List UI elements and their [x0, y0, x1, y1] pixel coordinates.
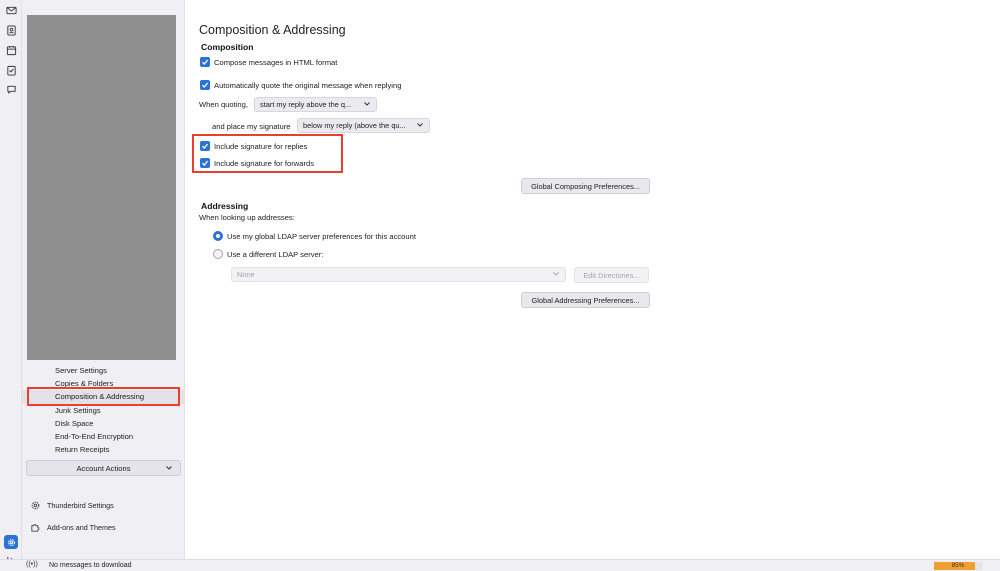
address-book-icon[interactable]: [4, 23, 18, 37]
signature-position-value: below my reply (above the qu...: [303, 121, 406, 130]
use-global-ldap-label: Use my global LDAP server preferences fo…: [227, 231, 416, 241]
radio-unselected-icon[interactable]: [213, 249, 223, 259]
account-actions-label: Account Actions: [76, 463, 131, 473]
chevron-down-icon: [165, 464, 173, 474]
use-different-ldap-label: Use a different LDAP server:: [227, 249, 324, 259]
use-global-ldap-option[interactable]: Use my global LDAP server preferences fo…: [213, 231, 416, 241]
account-settings-nav: Server Settings Copies & Folders Composi…: [22, 364, 185, 456]
edit-directories-button[interactable]: Edit Directories...: [574, 267, 649, 283]
quote-position-value: start my reply above the q...: [260, 100, 352, 109]
settings-gear-small-icon: [31, 501, 40, 509]
nav-item-server-settings[interactable]: Server Settings: [22, 364, 185, 377]
addressing-heading: Addressing: [201, 201, 249, 211]
signature-position-select[interactable]: below my reply (above the qu...: [297, 118, 430, 133]
nav-item-disk-space[interactable]: Disk Space: [22, 417, 185, 430]
puzzle-piece-icon: [31, 523, 40, 532]
quote-position-select[interactable]: start my reply above the q...: [254, 97, 377, 112]
status-bar: ((•)) No messages to download 85%: [0, 559, 1000, 571]
mail-icon[interactable]: [4, 3, 18, 17]
ldap-server-select[interactable]: None: [231, 267, 566, 282]
nav-item-junk-settings[interactable]: Junk Settings: [22, 404, 185, 417]
addons-themes-link[interactable]: Add-ons and Themes: [30, 520, 116, 534]
sig-forwards-option[interactable]: Include signature for forwards: [200, 158, 314, 168]
online-status-icon[interactable]: ((•)): [26, 561, 38, 568]
nav-item-copies-folders[interactable]: Copies & Folders: [22, 377, 185, 390]
tasks-icon[interactable]: [4, 63, 18, 77]
nav-item-return-receipts[interactable]: Return Receipts: [22, 443, 185, 456]
calendar-icon[interactable]: [4, 43, 18, 57]
chevron-down-icon: [552, 270, 560, 280]
sig-forwards-label: Include signature for forwards: [214, 158, 315, 168]
thunderbird-settings-link[interactable]: Thunderbird Settings: [30, 498, 114, 512]
chevron-down-icon: [363, 100, 371, 110]
place-signature-label: and place my signature: [212, 122, 291, 131]
nav-item-e2e-encryption[interactable]: End-To-End Encryption: [22, 430, 185, 443]
checkbox-checked-icon[interactable]: [200, 158, 210, 168]
thunderbird-settings-label: Thunderbird Settings: [47, 500, 114, 510]
checkbox-checked-icon[interactable]: [200, 57, 210, 67]
chevron-down-icon: [416, 121, 424, 131]
sig-replies-option[interactable]: Include signature for replies: [200, 141, 307, 151]
auto-quote-option[interactable]: Automatically quote the original message…: [200, 80, 401, 90]
account-sidebar: Server Settings Copies & Folders Composi…: [22, 0, 185, 559]
ldap-server-value: None: [237, 270, 255, 279]
progress-bar: 85%: [934, 562, 982, 570]
lookup-label: When looking up addresses:: [199, 213, 295, 222]
account-tree-placeholder: [27, 15, 176, 360]
nav-item-composition-addressing[interactable]: Composition & Addressing: [22, 390, 185, 404]
auto-quote-label: Automatically quote the original message…: [214, 80, 402, 90]
radio-selected-icon[interactable]: [213, 231, 223, 241]
checkbox-checked-icon[interactable]: [200, 141, 210, 151]
chat-icon[interactable]: [4, 82, 18, 96]
use-different-ldap-option[interactable]: Use a different LDAP server:: [213, 249, 323, 259]
sig-replies-label: Include signature for replies: [214, 141, 308, 151]
checkbox-checked-icon[interactable]: [200, 80, 210, 90]
when-quoting-label: When quoting,: [199, 100, 248, 109]
addons-themes-label: Add-ons and Themes: [47, 522, 116, 532]
global-addressing-button[interactable]: Global Addressing Preferences...: [521, 292, 650, 308]
settings-panel: Composition & Addressing Composition Com…: [186, 0, 1000, 559]
status-text: No messages to download: [49, 562, 132, 569]
settings-gear-icon[interactable]: [4, 535, 18, 549]
html-format-option[interactable]: Compose messages in HTML format: [200, 57, 337, 67]
account-actions-button[interactable]: Account Actions: [26, 460, 181, 476]
global-composing-button[interactable]: Global Composing Preferences...: [521, 178, 650, 194]
spaces-toolbar: [0, 0, 22, 564]
page-title: Composition & Addressing: [199, 23, 346, 37]
progress-label: 85%: [951, 562, 965, 569]
html-format-label: Compose messages in HTML format: [214, 57, 338, 67]
composition-heading: Composition: [201, 42, 254, 52]
